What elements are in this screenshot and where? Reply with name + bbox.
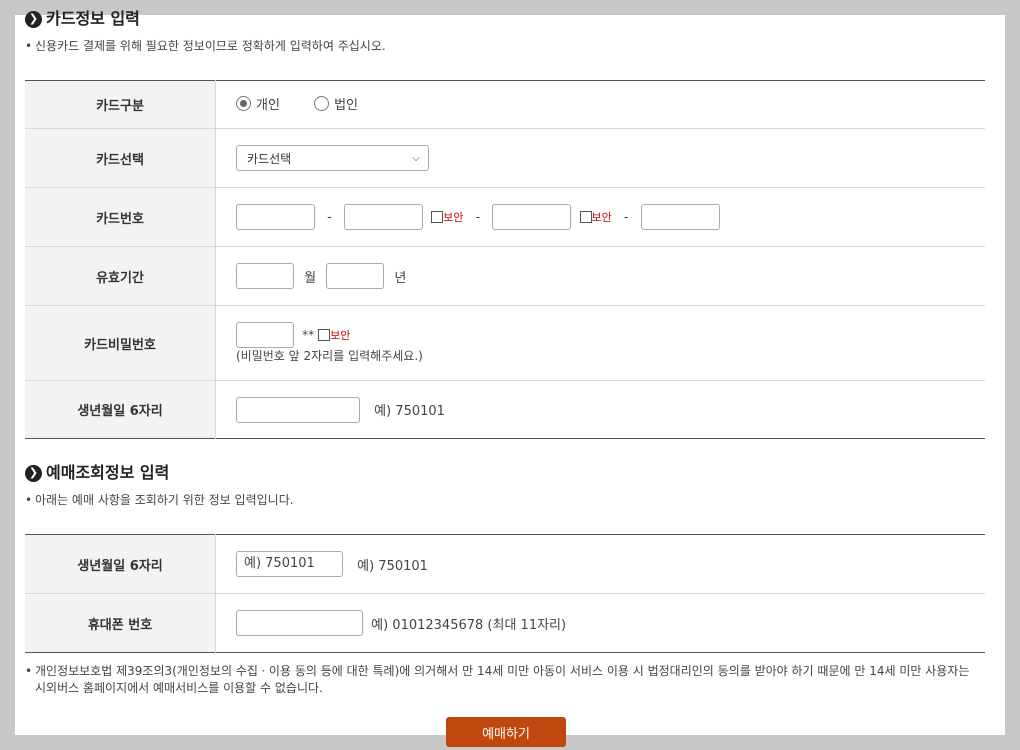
separator: - <box>623 209 629 225</box>
secure-label: 보안 <box>443 211 464 224</box>
card-info-table: 카드구분 개인 법인 카드선택 카드선택 ⌵ 카드번호 - 보안 - 보안 - … <box>25 80 985 439</box>
card-number-cell: - 보안 - 보안 - <box>215 187 985 247</box>
radio-personal-label: 개인 <box>256 98 280 113</box>
phone-input[interactable] <box>236 610 363 636</box>
month-unit: 월 <box>304 270 317 286</box>
row-password: 카드비밀번호 ** 보안 (비밀번호 앞 2자리를 입력해주세요.) <box>25 305 985 381</box>
inquiry-section-title: ❯ 예매조회정보 입력 <box>25 462 169 484</box>
bullet: • <box>25 664 33 678</box>
card-section-description-text: 신용카드 결제를 위해 필요한 정보이므로 정확하게 입력하여 주십시오. <box>35 39 386 53</box>
card-select-value: 카드선택 <box>247 151 292 166</box>
inquiry-birth-cell: 예) 750101 예) 750101 <box>215 534 985 594</box>
secure-checkbox-password[interactable] <box>318 329 331 341</box>
inquiry-section-description-text: 아래는 예매 사항을 조회하기 위한 정보 입력입니다. <box>35 493 294 507</box>
label-card-number: 카드번호 <box>25 187 216 247</box>
inquiry-section-description: • 아래는 예매 사항을 조회하기 위한 정보 입력입니다. <box>25 492 294 508</box>
row-phone: 휴대폰 번호 예) 01012345678 (최대 11자리) <box>25 593 986 653</box>
card-number-input-4[interactable] <box>640 204 720 230</box>
chevron-right-icon: ❯ <box>25 464 42 482</box>
card-number-input-1[interactable] <box>236 204 315 230</box>
card-number-input-3[interactable] <box>492 204 572 230</box>
card-type-cell: 개인 법인 <box>215 80 985 129</box>
label-phone: 휴대폰 번호 <box>25 593 216 653</box>
label-expiry: 유효기간 <box>25 246 216 306</box>
chevron-down-icon[interactable]: ⌵ <box>407 148 425 168</box>
separator: - <box>475 209 481 225</box>
expiry-cell: 월 년 <box>215 246 985 306</box>
card-section-title: ❯ 카드정보 입력 <box>25 8 140 30</box>
password-input[interactable] <box>236 322 294 348</box>
label-inquiry-birth: 생년월일 6자리 <box>25 534 216 594</box>
secure-label: 보안 <box>330 329 351 342</box>
row-card-select: 카드선택 카드선택 ⌵ <box>25 128 985 188</box>
radio-corporate[interactable]: 법인 <box>314 94 358 113</box>
privacy-notice-text: 개인정보보호법 제39조의3(개인정보의 수집ㆍ이용 동의 등에 대한 특례)에… <box>35 664 970 695</box>
card-number-input-2[interactable] <box>343 204 423 230</box>
label-card-select: 카드선택 <box>25 128 216 188</box>
inquiry-info-table: 생년월일 6자리 예) 750101 예) 750101 휴대폰 번호 예) 0… <box>25 534 985 653</box>
separator: - <box>327 209 332 225</box>
label-password: 카드비밀번호 <box>25 305 216 381</box>
inquiry-birth-input[interactable]: 예) 750101 <box>236 551 343 577</box>
radio-corporate-indicator[interactable] <box>314 96 330 111</box>
bullet: • <box>25 493 33 507</box>
secure-checkbox-3[interactable] <box>579 211 592 223</box>
radio-corporate-label: 법인 <box>334 98 358 113</box>
secure-label: 보안 <box>591 211 612 224</box>
birth-input[interactable] <box>236 396 360 423</box>
row-inquiry-birth: 생년월일 6자리 예) 750101 예) 750101 <box>25 534 985 594</box>
radio-personal[interactable]: 개인 <box>236 94 280 113</box>
bullet: • <box>25 39 33 53</box>
label-birth: 생년월일 6자리 <box>25 380 216 439</box>
password-cell: ** 보안 (비밀번호 앞 2자리를 입력해주세요.) <box>215 305 985 381</box>
card-select-cell: 카드선택 ⌵ <box>215 128 985 188</box>
radio-personal-indicator[interactable] <box>236 96 251 111</box>
password-hint: (비밀번호 앞 2자리를 입력해주세요.) <box>236 349 423 363</box>
form-panel: ❯ 카드정보 입력 • 신용카드 결제를 위해 필요한 정보이므로 정확하게 입력… <box>15 9 1005 747</box>
privacy-notice: • 개인정보보호법 제39조의3(개인정보의 수집ㆍ이용 동의 등에 대한 특례)… <box>25 663 985 697</box>
row-expiry: 유효기간 월 년 <box>25 246 985 306</box>
birth-example: 예) 750101 <box>374 404 445 419</box>
inquiry-birth-example: 예) 750101 <box>357 558 428 574</box>
row-birth: 생년월일 6자리 예) 750101 <box>25 380 986 439</box>
card-section-description: • 신용카드 결제를 위해 필요한 정보이므로 정확하게 입력하여 주십시오. <box>25 38 386 54</box>
row-card-number: 카드번호 - 보안 - 보안 - <box>25 187 985 247</box>
inquiry-section-title-text: 예매조회정보 입력 <box>46 463 170 482</box>
secure-checkbox-2[interactable] <box>431 211 444 223</box>
label-card-type: 카드구분 <box>25 80 216 129</box>
expiry-month-input[interactable] <box>236 263 294 289</box>
phone-cell: 예) 01012345678 (최대 11자리) <box>216 594 986 653</box>
reserve-button[interactable]: 예매하기 <box>446 717 566 747</box>
birth-cell: 예) 750101 <box>216 381 986 439</box>
row-card-type: 카드구분 개인 법인 <box>25 80 985 129</box>
card-section-title-text: 카드정보 입력 <box>46 9 140 28</box>
phone-example: 예) 01012345678 (최대 11자리) <box>371 617 567 633</box>
password-mask: ** <box>302 328 315 342</box>
chevron-right-icon: ❯ <box>25 10 42 28</box>
expiry-year-input[interactable] <box>326 263 385 289</box>
year-unit: 년 <box>394 270 407 286</box>
card-select-dropdown[interactable]: 카드선택 ⌵ <box>236 145 429 171</box>
